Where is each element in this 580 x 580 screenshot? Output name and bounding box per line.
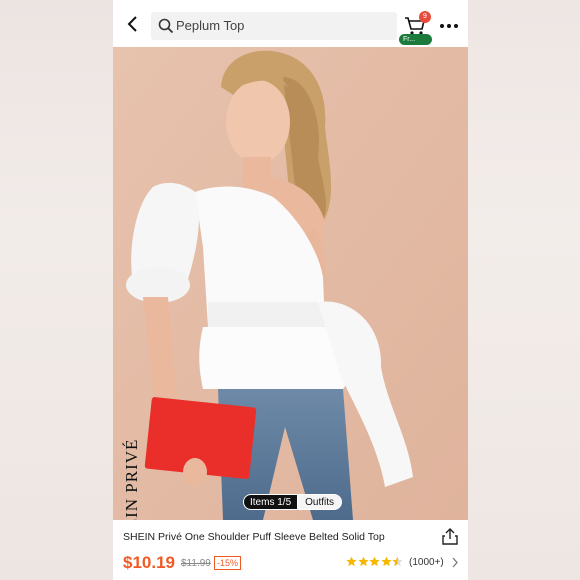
top-bar: Peplum Top 9 Fr... <box>113 0 468 48</box>
discount-badge: -15% <box>214 556 242 570</box>
search-placeholder: Peplum Top <box>176 18 245 33</box>
star-icon <box>380 556 392 567</box>
cart-count-badge: 9 <box>419 11 431 23</box>
half-star-icon <box>392 556 403 567</box>
original-price: $11.99 <box>181 558 211 569</box>
image-pager: Items 1/5 Outfits <box>243 494 343 510</box>
model-illustration <box>113 47 468 520</box>
rating-stars[interactable] <box>346 556 404 567</box>
star-icon <box>369 556 380 567</box>
chevron-right-icon[interactable] <box>451 557 459 568</box>
product-image[interactable]: SHEIN PRIVÉ Items 1/5 Outfits <box>113 47 468 520</box>
share-icon[interactable] <box>442 528 458 545</box>
review-count[interactable]: (1000+) <box>409 557 444 568</box>
star-icon <box>357 556 369 567</box>
sale-price: $10.19 <box>123 553 175 572</box>
pager-outfits[interactable]: Outfits <box>298 494 343 510</box>
back-arrow-icon[interactable] <box>123 14 143 34</box>
more-icon[interactable] <box>440 24 458 29</box>
background-right <box>468 0 580 580</box>
product-page: Peplum Top 9 Fr... SHEIN PRIVÉ Items 1/5… <box>113 0 468 580</box>
background-left <box>0 0 113 580</box>
star-icon <box>346 556 357 567</box>
free-shipping-badge: Fr... <box>399 34 432 45</box>
product-title: SHEIN Privé One Shoulder Puff Sleeve Bel… <box>123 531 385 543</box>
svg-text:SHEIN PRIVÉ: SHEIN PRIVÉ <box>122 439 141 520</box>
search-icon <box>158 18 174 34</box>
search-input[interactable]: Peplum Top <box>151 12 397 40</box>
pager-items[interactable]: Items 1/5 <box>243 494 299 510</box>
shein-prive-watermark: SHEIN PRIVÉ <box>122 439 141 520</box>
